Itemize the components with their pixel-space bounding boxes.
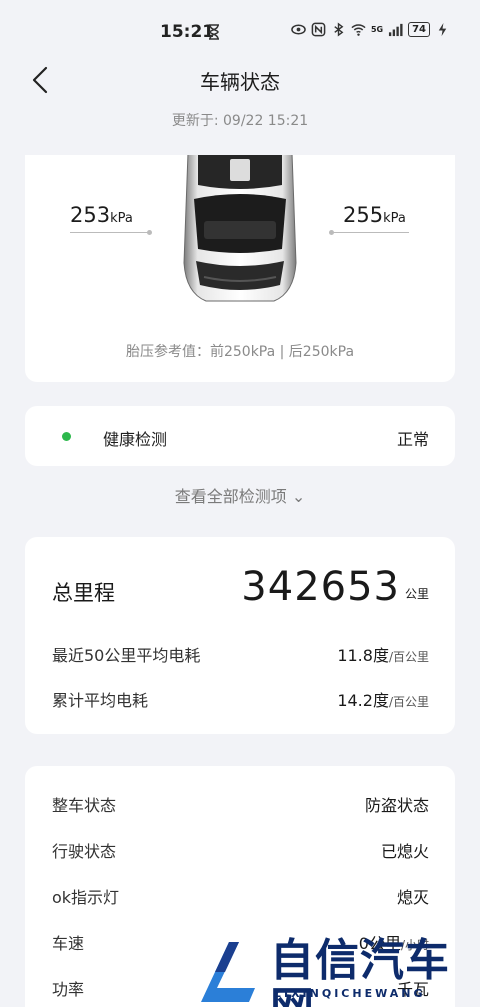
status-time: 15:21 [160, 22, 215, 42]
odometer-unit: 公里 [404, 587, 429, 601]
eye-icon [291, 24, 306, 35]
consumption-label: 最近50公里平均电耗 [52, 646, 201, 665]
status-bar: 15:21 5G 74 [0, 0, 480, 62]
state-value: 熄灭 [396, 888, 429, 907]
battery-icon: 74 [408, 22, 430, 37]
car-top-view-image [183, 155, 297, 302]
state-label: 功率 [52, 980, 85, 999]
state-label: 车速 [52, 934, 85, 953]
consumption-row-recent: 最近50公里平均电耗 11.8度/百公里 [52, 642, 429, 666]
hourglass-icon [209, 24, 219, 40]
watermark: 自信汽车网 ZIXINQICHEWANG [195, 935, 480, 1007]
consumption-value: 14.2度/百公里 [337, 691, 429, 710]
mileage-card: 总里程 342653 公里 最近50公里平均电耗 11.8度/百公里 累计平均电… [25, 537, 455, 734]
network-label: 5G [370, 25, 384, 34]
view-all-checks-link[interactable]: 查看全部检测项 ⌄ [0, 483, 480, 507]
state-row: ok指示灯 熄灭 [52, 884, 429, 908]
tire-pointer-dot-left [147, 230, 152, 235]
tire-pressure-right: 255kPa [343, 203, 406, 227]
consumption-value: 11.8度/百公里 [337, 646, 429, 665]
state-value: 已熄火 [380, 842, 429, 861]
updated-time: 更新于: 09/22 15:21 [171, 113, 309, 129]
health-check-status: 正常 [396, 430, 429, 449]
watermark-logo-icon [201, 942, 255, 1002]
tire-pressure-left: 253kPa [70, 203, 133, 227]
tire-pointer-line-left [70, 232, 150, 233]
tire-pressure-card: 253kPa 255kPa 胎压参考值：前250kPa | 后250kPa [25, 155, 455, 382]
health-status-dot [62, 432, 71, 441]
tire-reference-text: 胎压参考值：前250kPa | 后250kPa [125, 344, 355, 360]
nfc-icon [311, 22, 326, 37]
status-icons: 5G 74 [291, 22, 450, 37]
odometer-label: 总里程 [52, 581, 115, 605]
wifi-icon [351, 24, 366, 36]
health-check-label: 健康检测 [103, 430, 168, 449]
consumption-label: 累计平均电耗 [52, 691, 149, 710]
state-label: 行驶状态 [52, 842, 117, 861]
state-row: 行驶状态 已熄火 [52, 838, 429, 862]
tire-pointer-line-right [331, 232, 409, 233]
bluetooth-icon [334, 22, 344, 37]
state-label: ok指示灯 [52, 888, 120, 907]
page-title: 车辆状态 [200, 70, 280, 94]
signal-icon [389, 23, 403, 37]
health-check-row[interactable]: 健康检测 正常 [25, 406, 455, 466]
state-value: 防盗状态 [364, 796, 429, 815]
tire-pointer-dot-right [329, 230, 334, 235]
charging-icon [438, 22, 447, 37]
state-row: 整车状态 防盗状态 [52, 792, 429, 816]
odometer-value: 342653 [241, 564, 400, 610]
watermark-subtext: ZIXINQICHEWANG [273, 987, 426, 1000]
consumption-row-total: 累计平均电耗 14.2度/百公里 [52, 687, 429, 711]
state-label: 整车状态 [52, 796, 117, 815]
